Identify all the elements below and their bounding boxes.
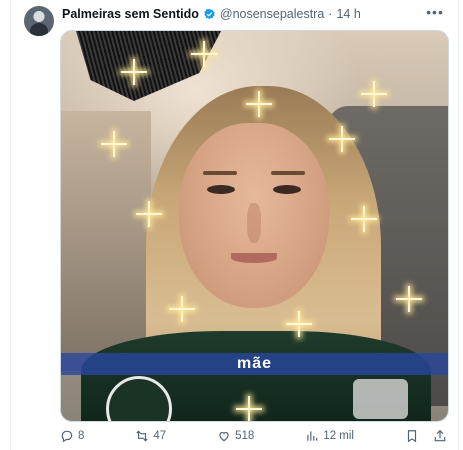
left-eye <box>207 185 235 194</box>
reply-count: 8 <box>78 430 85 442</box>
left-eyebrow <box>203 171 237 175</box>
lamp-fringe <box>76 31 221 101</box>
sparkle-icon <box>361 81 387 107</box>
tweet-actions-right <box>405 429 447 443</box>
like-button[interactable]: 518 <box>217 429 254 443</box>
reply-button[interactable]: 8 <box>60 429 84 443</box>
view-count: 12 mil <box>323 430 354 442</box>
share-button[interactable] <box>433 429 447 443</box>
views-button[interactable]: 12 mil <box>305 429 354 443</box>
avatar[interactable] <box>24 6 54 36</box>
image-caption: mãe <box>236 355 273 372</box>
caption-band: mãe <box>61 353 448 375</box>
display-name[interactable]: Palmeiras sem Sentido <box>62 7 199 21</box>
face <box>179 123 329 308</box>
timeline-border-left <box>10 0 11 450</box>
separator-dot: · <box>328 7 333 21</box>
tweet-actions: 8 47 518 12 mil <box>60 426 447 446</box>
like-count: 518 <box>235 430 255 442</box>
retweet-button[interactable]: 47 <box>135 429 166 443</box>
background-shelf <box>61 111 151 371</box>
nose <box>247 203 261 243</box>
retweet-count: 47 <box>153 430 167 442</box>
heart-icon <box>219 432 229 442</box>
tweet-header: Palmeiras sem Sentido @nosensepalestra ·… <box>62 6 361 22</box>
club-crest-right <box>353 379 408 419</box>
right-eyebrow <box>271 171 305 175</box>
more-options-icon[interactable]: ••• <box>426 3 444 21</box>
user-handle[interactable]: @nosensepalestra <box>220 7 324 21</box>
right-eye <box>273 185 301 194</box>
tweet-media-image[interactable]: mãe <box>60 30 449 422</box>
views-chart-icon <box>307 431 318 441</box>
verified-badge-icon <box>204 8 215 19</box>
tweet[interactable]: Palmeiras sem Sentido @nosensepalestra ·… <box>22 0 454 450</box>
timestamp[interactable]: 14 h <box>336 7 360 21</box>
timeline-border-right <box>458 0 459 450</box>
bookmark-icon <box>407 430 417 443</box>
bookmark-button[interactable] <box>405 429 419 443</box>
share-icon <box>434 429 446 442</box>
mouth <box>231 253 277 263</box>
retweet-icon <box>136 430 149 442</box>
reply-icon <box>61 430 73 443</box>
